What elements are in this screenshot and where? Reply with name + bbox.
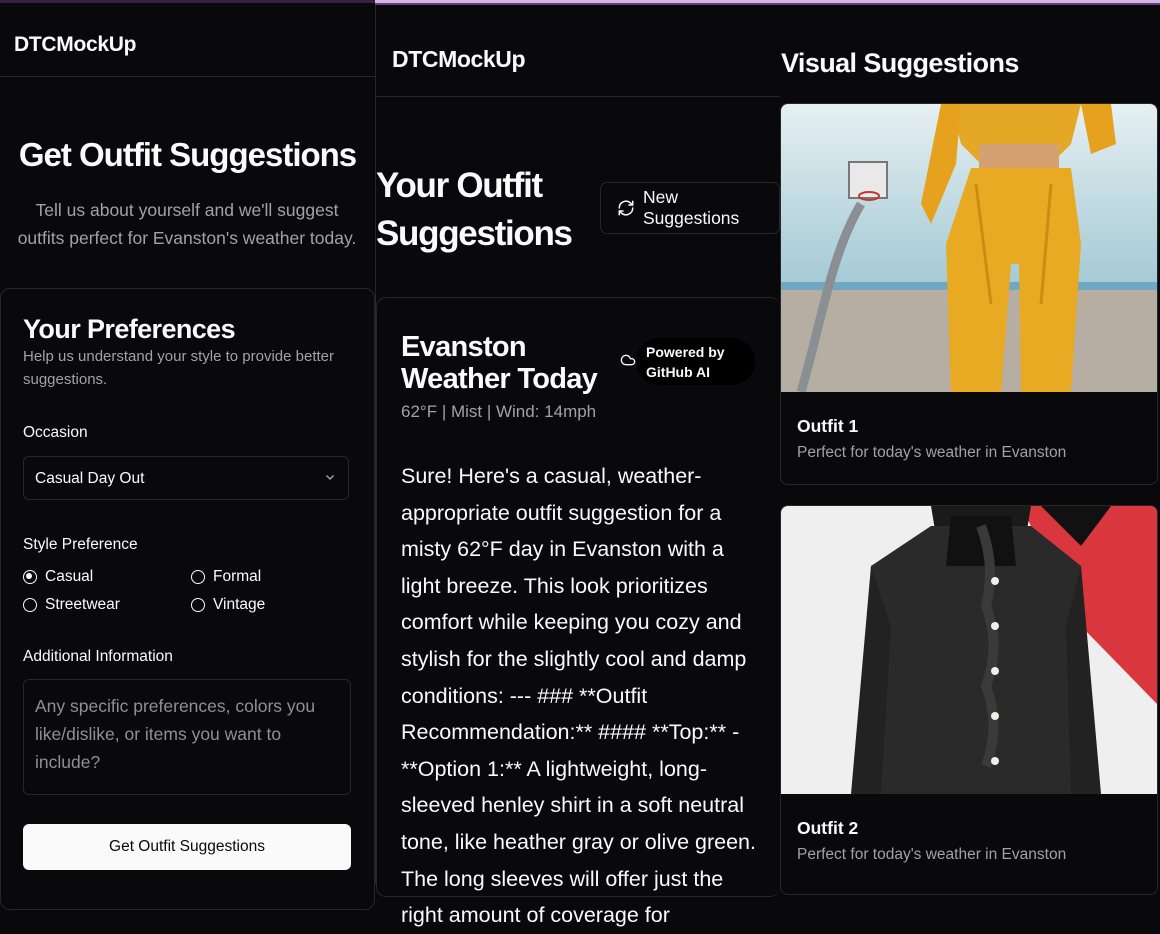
radio-label: Vintage [213,596,266,613]
additional-info-label: Additional Information [23,648,173,665]
radio-label: Casual [45,568,94,585]
style-radio-formal[interactable]: Formal [191,568,261,586]
radio-unchecked-icon [23,598,37,612]
style-radio-vintage[interactable]: Vintage [191,596,265,614]
cloud-icon [620,354,636,366]
outfit-name: Outfit 1 [797,416,859,436]
page-subtitle: Tell us about yourself and we'll suggest… [17,200,357,248]
radio-unchecked-icon [191,570,205,584]
header-divider [376,96,780,97]
occasion-value: Casual Day Out [35,470,145,487]
new-suggestions-button[interactable]: New Suggestions [600,182,780,234]
top-accent-bar [375,0,1160,5]
occasion-label: Occasion [23,424,88,441]
chevron-down-icon [326,475,334,480]
radio-unchecked-icon [191,598,205,612]
occasion-select[interactable]: Casual Day Out [23,456,349,500]
preferences-title: Your Preferences [23,314,236,344]
outfit-description: Perfect for today's weather in Evanston [797,444,1067,461]
weather-title: Evanston Weather Today [401,331,598,395]
preferences-subtitle: Help us understand your style to provide… [23,348,335,388]
suggestions-title: Your Outfit Suggestions [376,166,573,253]
style-radio-streetwear[interactable]: Streetwear [23,596,120,614]
new-suggestions-label: New Suggestions [642,187,740,228]
outfit-suggestion-text: Sure! Here's a casual, weather-appropria… [401,464,756,928]
header-divider [0,76,375,77]
brand-logo[interactable]: DTCMockUp [392,46,526,73]
refresh-icon [618,200,634,216]
outfit-card[interactable]: Outfit 2 Perfect for today's weather in … [780,505,1158,895]
radio-label: Streetwear [45,596,120,613]
top-accent-bar [0,0,375,3]
get-outfit-suggestions-button[interactable]: Get Outfit Suggestions [23,824,351,870]
outfit-name: Outfit 2 [797,818,859,838]
visual-suggestions-title: Visual Suggestions [781,48,1019,78]
brand-logo[interactable]: DTCMockUp [14,33,136,57]
outfit-1-image [781,104,1157,392]
radio-label: Formal [213,568,262,585]
radio-checked-icon [23,570,37,584]
style-preference-label: Style Preference [23,536,138,553]
additional-info-textarea[interactable]: Any specific preferences, colors you lik… [23,679,351,795]
page-title: Get Outfit Suggestions [18,136,357,173]
outfit-2-image [781,506,1157,794]
weather-conditions: 62°F | Mist | Wind: 14mph [401,402,597,421]
style-radio-casual[interactable]: Casual [23,568,93,586]
outfit-description: Perfect for today's weather in Evanston [797,846,1067,863]
outfit-card[interactable]: Outfit 1 Perfect for today's weather in … [780,103,1158,485]
powered-by-badge: Powered by GitHub AI [636,338,755,385]
